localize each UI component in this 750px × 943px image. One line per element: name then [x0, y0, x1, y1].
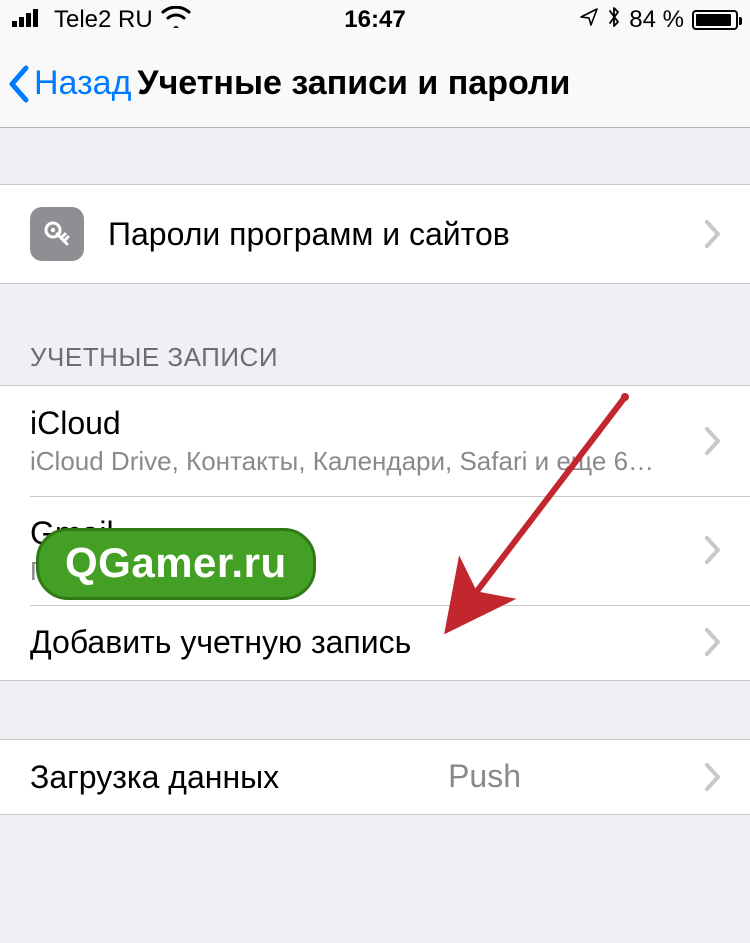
back-label: Назад — [34, 64, 131, 103]
bluetooth-icon — [607, 6, 621, 35]
nav-bar: Назад Учетные записи и пароли — [0, 40, 750, 128]
battery-pct: 84 % — [629, 6, 684, 34]
add-account-row[interactable]: Добавить учетную запись — [0, 605, 750, 679]
signal-icon — [12, 6, 46, 34]
row-value: Push — [448, 758, 521, 795]
chevron-right-icon — [704, 535, 722, 565]
location-icon — [579, 6, 599, 34]
chevron-right-icon — [704, 627, 722, 657]
chevron-right-icon — [704, 219, 722, 249]
wifi-icon — [161, 6, 191, 35]
back-button[interactable]: Назад — [6, 64, 131, 104]
page-title: Учетные записи и пароли — [137, 64, 570, 103]
chevron-right-icon — [704, 762, 722, 792]
account-row-icloud[interactable]: iCloud iCloud Drive, Контакты, Календари… — [0, 386, 750, 496]
battery-icon — [692, 10, 738, 30]
carrier-label: Tele2 RU — [54, 6, 153, 34]
clock: 16:47 — [344, 6, 405, 34]
watermark-badge: QGamer.ru — [36, 528, 316, 600]
row-subtitle: iCloud Drive, Контакты, Календари, Safar… — [30, 446, 704, 477]
chevron-right-icon — [704, 426, 722, 456]
fetch-new-data-row[interactable]: Загрузка данных Push — [0, 740, 750, 814]
status-bar: Tele2 RU 16:47 84 % — [0, 0, 750, 40]
section-header-accounts: УЧЕТНЫЕ ЗАПИСИ — [0, 342, 750, 385]
row-title: Загрузка данных — [30, 758, 279, 796]
row-title: iCloud — [30, 404, 704, 442]
app-website-passwords-row[interactable]: Пароли программ и сайтов — [0, 185, 750, 283]
row-title: Добавить учетную запись — [30, 623, 411, 661]
key-icon — [30, 207, 84, 261]
chevron-left-icon — [6, 64, 32, 104]
row-title: Пароли программ и сайтов — [108, 215, 510, 253]
